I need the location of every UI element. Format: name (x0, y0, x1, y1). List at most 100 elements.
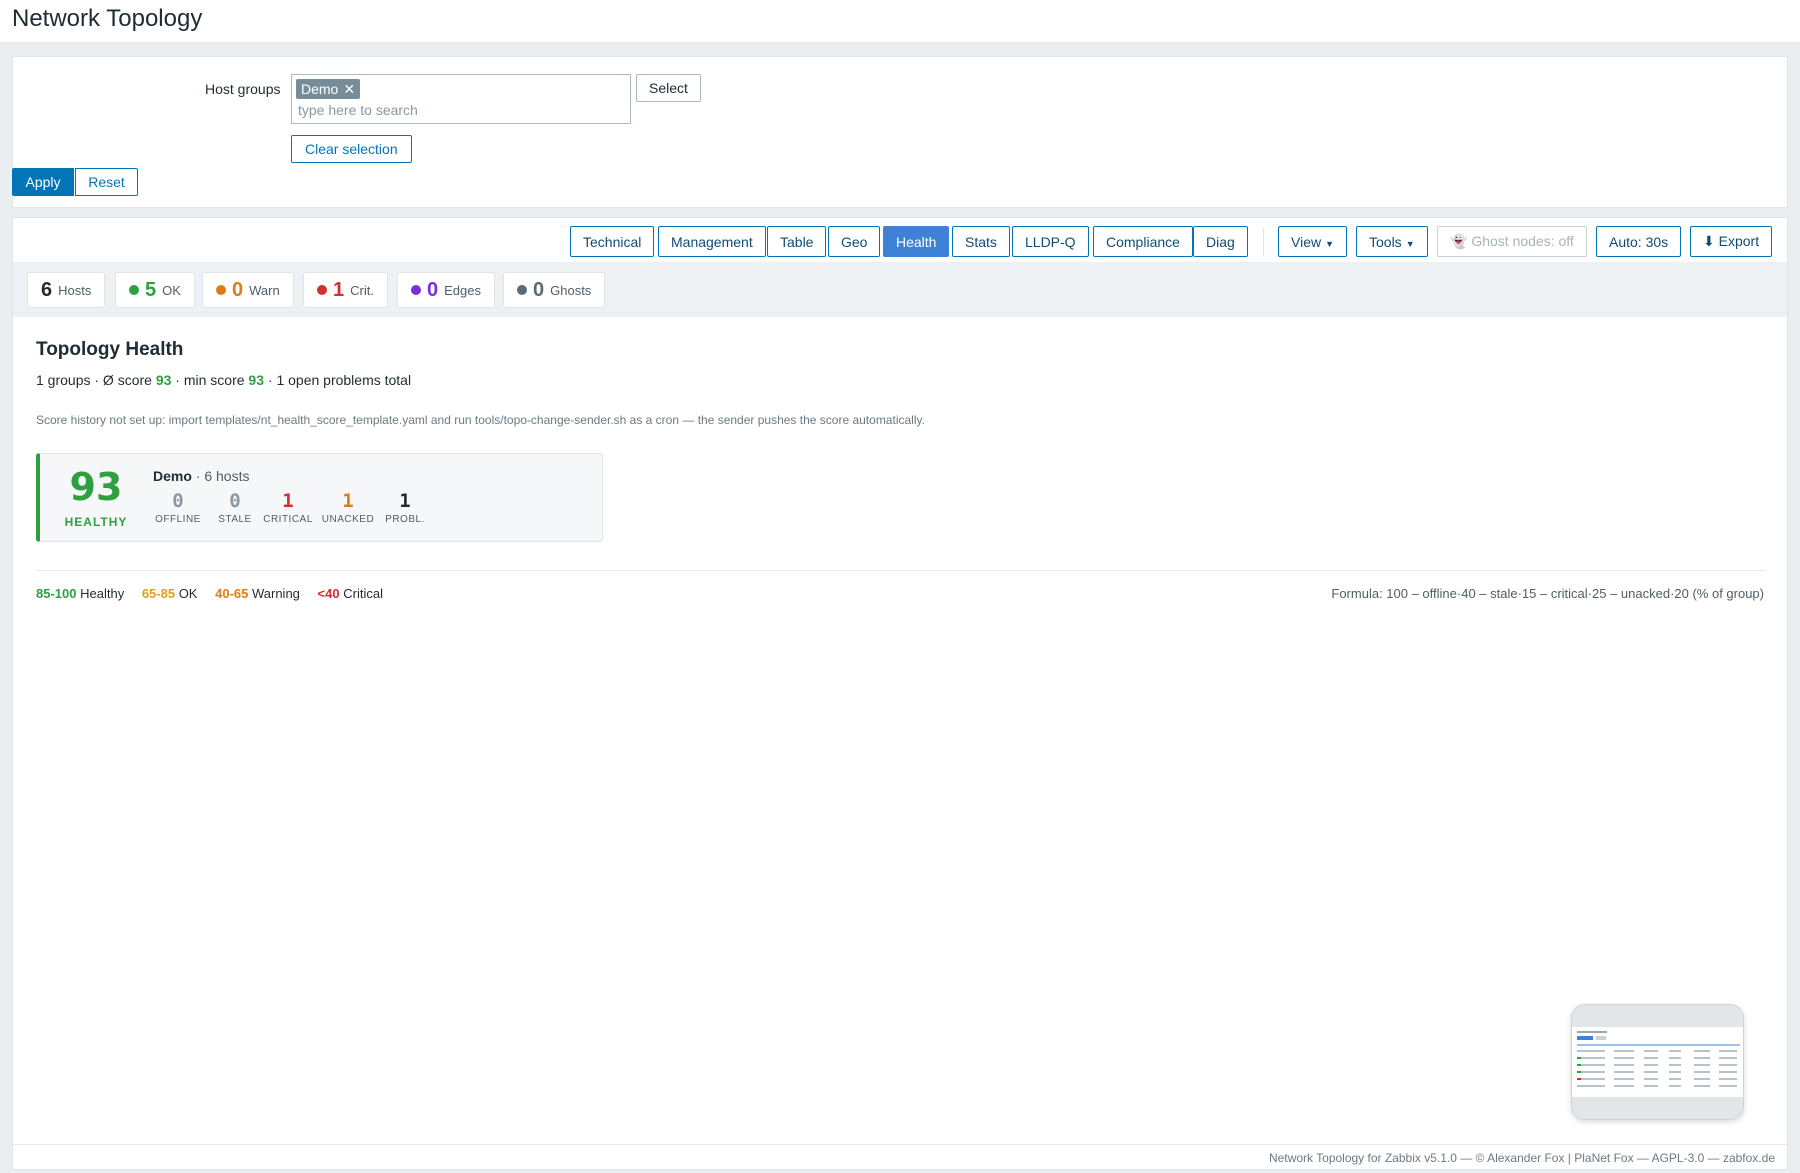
tab-stats[interactable]: Stats (952, 226, 1010, 257)
stats-bar: 6 Hosts 5 OK 0 Warn 1 Crit. 0 Edges 0 Gh… (13, 262, 1787, 317)
group-name-label: Demo (153, 468, 192, 484)
metric-offline: 0 OFFLINE (151, 490, 205, 525)
view-toolbar: Technical Management Table Geo Health St… (13, 218, 1787, 262)
stat-ghosts-label: Ghosts (550, 282, 592, 298)
stat-ghosts: 0 Ghosts (503, 272, 606, 308)
toolbar-divider (1263, 228, 1264, 256)
legend-critical: <40 Critical (318, 586, 383, 601)
footer-credits: Network Topology for Zabbix v5.1.0 — © A… (1269, 1151, 1775, 1165)
stat-edges-label: Edges (444, 282, 481, 298)
legend-ok: 65-85 OK (142, 586, 198, 601)
stat-edges-value: 0 (427, 278, 439, 301)
view-label: View (1291, 233, 1322, 250)
stat-warn-label: Warn (249, 282, 280, 298)
health-title: Topology Health (36, 339, 184, 360)
legend-critical-range: <40 (317, 586, 340, 601)
tab-geo[interactable]: Geo (828, 226, 881, 257)
stat-ok-value: 5 (145, 278, 157, 301)
avg-score: 93 (155, 372, 172, 388)
edges-dot-icon (411, 285, 421, 295)
page-header: Network Topology (0, 0, 1800, 43)
group-score: 93 (69, 465, 123, 509)
metric-unacked: 1 UNACKED (320, 490, 376, 525)
min-score: 93 (248, 372, 264, 388)
summary-mid: · min score (171, 372, 249, 388)
health-summary: 1 groups · Ø score 93 · min score 93 · 1… (36, 372, 411, 388)
group-name: Demo · 6 hosts (153, 468, 250, 484)
metric-stale-value: 0 (229, 490, 241, 512)
stat-hosts: 6 Hosts (27, 272, 106, 308)
stat-crit: 1 Crit. (303, 272, 388, 308)
chevron-down-icon: ▼ (1325, 238, 1335, 249)
host-group-search-input[interactable] (298, 102, 618, 118)
summary-prefix: 1 groups · Ø score (36, 372, 156, 388)
tab-health[interactable]: Health (883, 226, 950, 257)
metric-stale: 0 STALE (213, 490, 257, 525)
reset-button[interactable]: Reset (75, 168, 138, 196)
group-health-card: 93 HEALTHY Demo · 6 hosts 0 OFFLINE 0 ST… (36, 453, 603, 542)
select-button[interactable]: Select (636, 74, 701, 102)
chip-remove-icon[interactable]: ✕ (343, 79, 355, 99)
legend-warning-range: 40-65 (215, 586, 249, 601)
ghost-nodes-toggle[interactable]: 👻 Ghost nodes: off (1437, 226, 1587, 257)
metric-critical-value: 1 (282, 490, 294, 512)
metric-problems-label: PROBL. (385, 514, 425, 525)
tools-dropdown-button[interactable]: Tools ▼ (1356, 226, 1428, 257)
stat-crit-value: 1 (333, 278, 345, 301)
auto-refresh-button[interactable]: Auto: 30s (1596, 226, 1682, 257)
tab-management[interactable]: Management (658, 226, 766, 257)
page-title: Network Topology (12, 5, 203, 32)
chevron-down-icon: ▼ (1405, 238, 1415, 249)
view-dropdown-button[interactable]: View ▼ (1278, 226, 1348, 257)
ok-dot-icon (129, 285, 139, 295)
stat-crit-label: Crit. (350, 282, 374, 298)
legend-warning-label: Warning (251, 586, 300, 601)
minimap-thumbnail (1574, 1027, 1743, 1097)
tools-label: Tools (1369, 233, 1402, 250)
footer-divider (13, 1144, 1787, 1145)
summary-suffix: · 1 open problems total (264, 372, 412, 388)
host-group-chip: Demo ✕ (296, 79, 361, 99)
tab-lldp-q[interactable]: LLDP-Q (1012, 226, 1089, 257)
metric-offline-label: OFFLINE (155, 514, 201, 525)
stat-ghosts-value: 0 (533, 278, 545, 301)
clear-selection-button[interactable]: Clear selection (291, 135, 412, 163)
metric-offline-value: 0 (172, 490, 184, 512)
minimap-top-bar (1572, 1005, 1743, 1027)
stat-warn: 0 Warn (202, 272, 294, 308)
tab-diag[interactable]: Diag (1193, 226, 1248, 257)
tab-compliance[interactable]: Compliance (1093, 226, 1193, 257)
legend-divider (36, 570, 1765, 571)
warn-dot-icon (216, 285, 226, 295)
export-button[interactable]: ⬇ Export (1690, 226, 1773, 257)
tab-table[interactable]: Table (767, 226, 827, 257)
stat-edges: 0 Edges (397, 272, 495, 308)
score-formula: Formula: 100 – offline·40 – stale·15 – c… (1331, 586, 1764, 601)
group-host-count: · 6 hosts (191, 468, 250, 484)
legend-ok-label: OK (178, 586, 198, 601)
minimap-bottom-bar (1572, 1097, 1743, 1119)
legend-healthy-range: 85-100 (36, 586, 77, 601)
stat-hosts-label: Hosts (58, 282, 92, 298)
ghosts-dot-icon (517, 285, 527, 295)
metric-critical-label: CRITICAL (263, 514, 313, 525)
stat-warn-value: 0 (232, 278, 244, 301)
metric-stale-label: STALE (218, 514, 252, 525)
stat-ok-label: OK (162, 282, 181, 298)
legend-ok-range: 65-85 (141, 586, 176, 601)
group-status: HEALTHY (64, 515, 128, 529)
metric-problems: 1 PROBL. (383, 490, 427, 525)
stat-hosts-value: 6 (41, 278, 53, 301)
minimap-preview[interactable] (1571, 1004, 1744, 1120)
host-groups-label: Host groups (205, 81, 281, 97)
metric-unacked-label: UNACKED (321, 514, 375, 525)
legend-warning: 40-65 Warning (215, 586, 300, 601)
tab-technical[interactable]: Technical (570, 226, 655, 257)
legend-critical-label: Critical (343, 586, 383, 601)
host-groups-multiselect[interactable]: Demo ✕ (291, 74, 631, 124)
legend-healthy: 85-100 Healthy (36, 586, 124, 601)
filter-panel: Host groups Demo ✕ Select Clear selectio… (12, 56, 1788, 208)
apply-button[interactable]: Apply (12, 168, 74, 196)
stat-ok: 5 OK (115, 272, 195, 308)
metric-critical: 1 CRITICAL (261, 490, 315, 525)
